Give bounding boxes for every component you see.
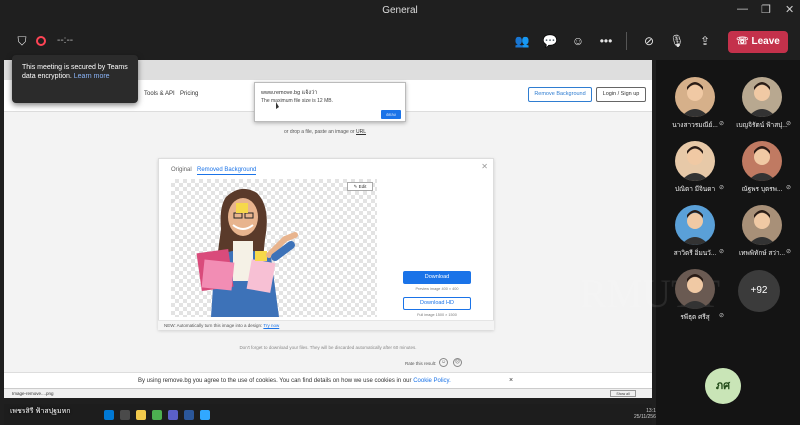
result-card: ✕ Original Removed Background ✎ Edit Dow… [158,158,494,367]
participant-tile[interactable]: ณัฐพร บุตรพ... ⊘ [728,138,796,202]
recording-icon [36,36,46,46]
mic-off-icon: ⊘ [719,313,725,319]
teams-icon[interactable] [168,410,178,420]
woman-cutout-image [196,188,298,317]
participant-avatar [675,77,715,117]
participant-tile[interactable]: นางสาวรมณีย์... ⊘ [661,74,729,138]
try-now-link[interactable]: Try now [263,323,279,328]
mic-off-icon: ⊘ [786,185,792,191]
participant-avatar [742,205,782,245]
mic-off-icon: ⊘ [786,121,792,127]
download-note: Preview image 400 × 400 [415,287,459,291]
participant-tile[interactable]: สาวิตรี อิ่มนวั... ⊘ [661,202,729,266]
shield-icon[interactable]: ⛉ [14,33,30,49]
tab-original[interactable]: Original [171,167,192,173]
windows-taskbar: 13:12 25/11/2565 [4,404,659,425]
mic-off-icon: ⊘ [719,249,725,255]
more-participants-button[interactable]: +92 [738,270,780,312]
login-button[interactable]: Login / Sign up [596,87,646,102]
share-screen-icon[interactable]: ⇪ [697,33,713,49]
cookie-banner: By using remove.bg you agree to the use … [4,372,652,388]
start-icon[interactable] [104,410,114,420]
mic-off-icon[interactable]: 🎙 [669,33,685,49]
mic-off-icon: ⊘ [719,185,725,191]
more-options-icon[interactable]: ••• [598,33,614,49]
learn-more-link[interactable]: Learn more [74,73,110,80]
cookie-policy-link[interactable]: Cookie Policy. [413,378,451,384]
participant-tile[interactable]: รพีธุต ศรีสุ ⊘ [661,266,729,330]
reactions-icon[interactable]: ☺ [570,33,586,49]
mouse-cursor-icon [276,102,279,109]
url-link[interactable]: URL [356,129,366,135]
chat-icon[interactable]: 💬 [542,33,558,49]
tab-removed-background[interactable]: Removed Background [197,167,257,175]
download-button[interactable]: Download [403,271,471,284]
participant-tile[interactable]: เทพพิทักษ์ สว่า... ⊘ [728,202,796,266]
download-file[interactable]: Image-remove....png [12,391,54,396]
participant-avatar [742,141,782,181]
chrome-icon[interactable] [152,410,162,420]
card-footer-text: NEW: Automatically turn this image into … [164,323,263,328]
people-icon[interactable]: 👥 [514,33,530,49]
nav-pricing[interactable]: Pricing [180,91,198,97]
self-avatar[interactable]: ภศ [705,368,741,404]
participant-avatar [742,77,782,117]
folder-icon[interactable] [136,410,146,420]
frown-icon[interactable]: ☹ [453,358,462,367]
shared-screen: Tools & API Pricing Remove Background Lo… [4,60,652,398]
system-clock: 13:12 25/11/2565 [634,408,659,420]
discard-notice: Don't forget to download your files. The… [239,345,417,350]
download-bar: Image-remove....png Show all [4,388,652,398]
participant-tile[interactable]: ปณิตา มีจินดา ⊘ [661,138,729,202]
download-hd-note: Full image 1500 × 1500 [417,313,457,317]
alert-message: The maximum file size is 12 MB. [261,98,333,104]
drop-instructions: or drop a file, paste an image or URL [284,129,366,135]
leave-button[interactable]: ☏ Leave [728,31,788,53]
remove-background-button[interactable]: Remove Background [528,87,592,102]
cookie-text: By using remove.bg you agree to the use … [138,378,412,384]
participant-avatar [675,205,715,245]
meeting-timer: --:-- [57,35,74,46]
toolbar-divider [626,32,627,50]
leave-label: Leave [751,36,780,47]
show-all-button[interactable]: Show all [610,390,636,397]
search-icon[interactable] [120,410,130,420]
nav-tools[interactable]: Tools & API [144,91,175,97]
mic-off-icon: ⊘ [719,121,725,127]
title-bar: General — ❐ ✕ [0,0,800,22]
maximize-icon[interactable]: ❐ [761,3,771,16]
clock-date: 25/11/2565 [634,414,659,420]
window-title: General [382,5,418,16]
edit-button[interactable]: ✎ Edit [347,182,373,191]
presenter-name: เพชรสิรี ฟ้าสปุฐมหก [10,408,71,415]
alert-ok-button[interactable]: ตกลง [381,110,401,119]
participant-avatar [675,141,715,181]
smile-icon[interactable]: ☺ [439,358,448,367]
camera-off-icon[interactable]: ⊘ [641,33,657,49]
alert-origin: www.remove.bg แจ้งว่า [261,90,318,96]
participant-tile[interactable]: เบญจิรัตน์ ฟ้าสปุ... ⊘ [728,74,796,138]
minimize-icon[interactable]: — [737,3,748,15]
download-hd-button[interactable]: Download HD [403,297,471,310]
drop-text: or drop a file, paste an image or [284,129,355,135]
participant-avatar [675,269,715,309]
cookie-close-icon[interactable]: × [509,373,513,389]
encryption-tooltip: This meeting is secured by Teams data en… [12,55,138,103]
mic-off-icon: ⊘ [786,249,792,255]
word-icon[interactable] [184,410,194,420]
photoshop-icon[interactable] [200,410,210,420]
rate-label: Rate this result: [405,361,437,366]
card-footer: NEW: Automatically turn this image into … [158,320,494,330]
result-preview: ✎ Edit [171,179,377,317]
close-window-icon[interactable]: ✕ [785,3,794,16]
close-card-icon[interactable]: ✕ [481,162,488,171]
